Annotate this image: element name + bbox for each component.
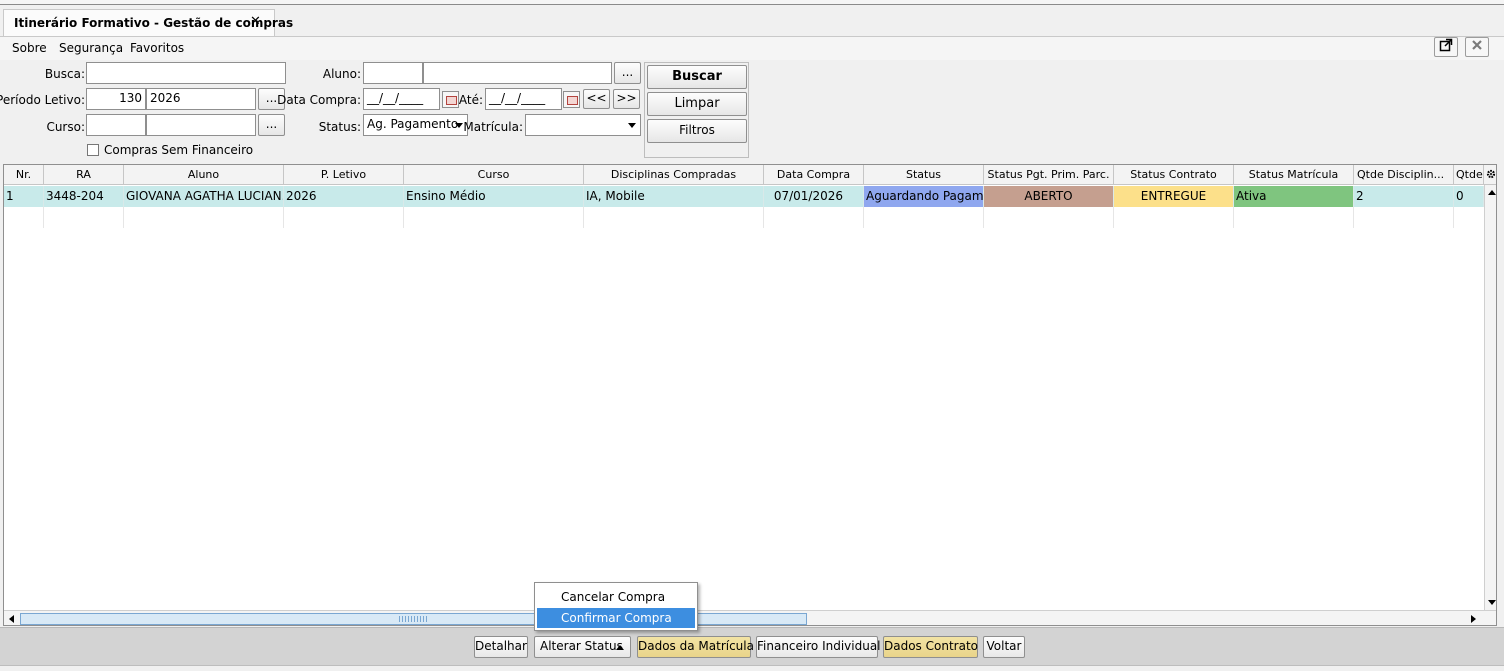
dados-matricula-button[interactable]: Dados da Matrícula — [637, 636, 754, 658]
col-header-qtde-disciplinas[interactable]: Qtde Disciplin... — [1354, 165, 1454, 185]
horizontal-scrollbar[interactable] — [4, 610, 1496, 625]
col-header-qtde[interactable]: Qtde — [1454, 165, 1484, 185]
compras-table[interactable]: Nr. RA Aluno P. Letivo Curso Disciplinas… — [3, 164, 1497, 626]
tab-gestao-compras[interactable]: Itinerário Formativo - Gestão de compras… — [3, 9, 293, 37]
col-header-p-letivo[interactable]: P. Letivo — [284, 165, 404, 185]
col-header-nr[interactable]: Nr. — [4, 165, 44, 185]
col-header-status-pgt[interactable]: Status Pgt. Prim. Parc. — [984, 165, 1114, 185]
buscar-button[interactable]: Buscar — [647, 65, 747, 89]
scroll-up-icon[interactable] — [1488, 190, 1496, 195]
data-compra-label: Data Compra: — [277, 93, 361, 107]
scroll-right-icon[interactable] — [1471, 615, 1476, 623]
chevron-down-icon — [628, 123, 636, 128]
voltar-button[interactable]: Voltar — [983, 636, 1025, 658]
col-header-disciplinas[interactable]: Disciplinas Compradas — [584, 165, 764, 185]
cell-status-matricula: Ativa — [1234, 186, 1354, 207]
cell-aluno: GIOVANA AGATHA LUCIAN... — [124, 186, 284, 207]
menu-item-cancelar-compra[interactable]: Cancelar Compra — [537, 587, 695, 607]
curso-name-input[interactable] — [146, 114, 256, 136]
busca-label: Busca: — [44, 67, 85, 81]
alterar-status-menu: Cancelar Compra Confirmar Compra — [534, 582, 698, 631]
menu-item-confirmar-compra[interactable]: Confirmar Compra — [537, 608, 695, 628]
col-header-status[interactable]: Status — [864, 165, 984, 185]
cell-nr: 1 — [4, 186, 44, 207]
cell-status-pgt: ABERTO — [984, 186, 1114, 207]
aluno-code-input[interactable] — [363, 62, 423, 84]
scroll-down-icon[interactable] — [1488, 600, 1496, 605]
ate-calendar-icon[interactable] — [563, 91, 580, 108]
status-label: Status: — [318, 120, 361, 134]
chevron-up-icon — [616, 645, 624, 650]
cell-ra: 3448-204 — [44, 186, 124, 207]
periodo-label: Período Letivo: — [0, 93, 85, 107]
matricula-label: Matrícula: — [463, 120, 523, 134]
cell-disciplinas: IA, Mobile — [584, 186, 764, 207]
limpar-button[interactable]: Limpar — [647, 92, 747, 116]
sem-financeiro-label: Compras Sem Financeiro — [104, 143, 254, 157]
alterar-status-button[interactable]: Alterar Status — [534, 636, 631, 658]
col-header-aluno[interactable]: Aluno — [124, 165, 284, 185]
status-select-value: Ag. Pagamento — [367, 117, 459, 131]
ate-label: Até: — [458, 93, 483, 107]
menu-seguranca[interactable]: Segurança — [59, 41, 123, 55]
menu-favoritos[interactable]: Favoritos — [130, 41, 184, 55]
col-header-ra[interactable]: RA — [44, 165, 124, 185]
ate-input[interactable]: __/__/____ — [485, 88, 562, 110]
status-bar — [0, 665, 1504, 671]
bottom-toolbar: Detalhar Alterar Status Dados da Matrícu… — [0, 627, 1504, 665]
gear-icon[interactable] — [1484, 165, 1496, 185]
curso-code-input[interactable] — [86, 114, 146, 136]
col-header-curso[interactable]: Curso — [404, 165, 584, 185]
external-link-icon[interactable] — [1434, 37, 1458, 57]
col-header-status-matricula[interactable]: Status Matrícula — [1234, 165, 1354, 185]
busca-input[interactable] — [86, 62, 286, 84]
periodo-code-input[interactable]: 130 — [86, 88, 146, 110]
col-header-data-compra[interactable]: Data Compra — [764, 165, 864, 185]
chevron-down-icon — [455, 123, 463, 128]
scroll-left-icon[interactable] — [9, 615, 14, 623]
window-top-border — [0, 0, 1504, 5]
close-window-icon[interactable] — [1465, 37, 1489, 57]
alterar-status-label: Alterar Status — [540, 639, 623, 653]
aluno-lookup-button[interactable]: ... — [614, 62, 641, 84]
filtros-button[interactable]: Filtros — [647, 119, 747, 143]
cell-status-contrato: ENTREGUE — [1114, 186, 1234, 207]
financeiro-individual-button[interactable]: Financeiro Individual — [756, 636, 881, 658]
cell-data-compra: 07/01/2026 — [764, 186, 864, 207]
menu-sobre[interactable]: Sobre — [12, 41, 47, 55]
close-tab-icon[interactable]: ✕ — [250, 14, 261, 29]
prev-date-button[interactable]: << — [583, 89, 610, 109]
aluno-label: Aluno: — [322, 67, 361, 81]
cell-qtde: 0 — [1454, 186, 1484, 207]
cell-curso: Ensino Médio — [404, 186, 584, 207]
status-select[interactable]: Ag. Pagamento — [363, 114, 468, 136]
menu-bar: Sobre Segurança Favoritos — [0, 37, 1504, 60]
cell-qtde-disciplinas: 2 — [1354, 186, 1454, 207]
curso-label: Curso: — [46, 120, 85, 134]
aluno-name-input[interactable] — [423, 62, 612, 84]
col-header-status-contrato[interactable]: Status Contrato — [1114, 165, 1234, 185]
next-date-button[interactable]: >> — [613, 89, 640, 109]
matricula-select[interactable] — [525, 114, 641, 136]
periodo-year-input[interactable]: 2026 — [146, 88, 256, 110]
data-compra-calendar-icon[interactable] — [442, 91, 459, 108]
sem-financeiro-checkbox[interactable] — [87, 144, 99, 156]
detalhar-button[interactable]: Detalhar — [474, 636, 528, 658]
data-compra-input[interactable]: __/__/____ — [363, 88, 440, 110]
curso-lookup-button[interactable]: ... — [258, 114, 285, 136]
cell-status: Aguardando Pagam... — [864, 186, 984, 207]
dados-contrato-button[interactable]: Dados Contrato — [883, 636, 978, 658]
cell-p-letivo: 2026 — [284, 186, 404, 207]
vertical-scrollbar[interactable] — [1484, 185, 1496, 610]
